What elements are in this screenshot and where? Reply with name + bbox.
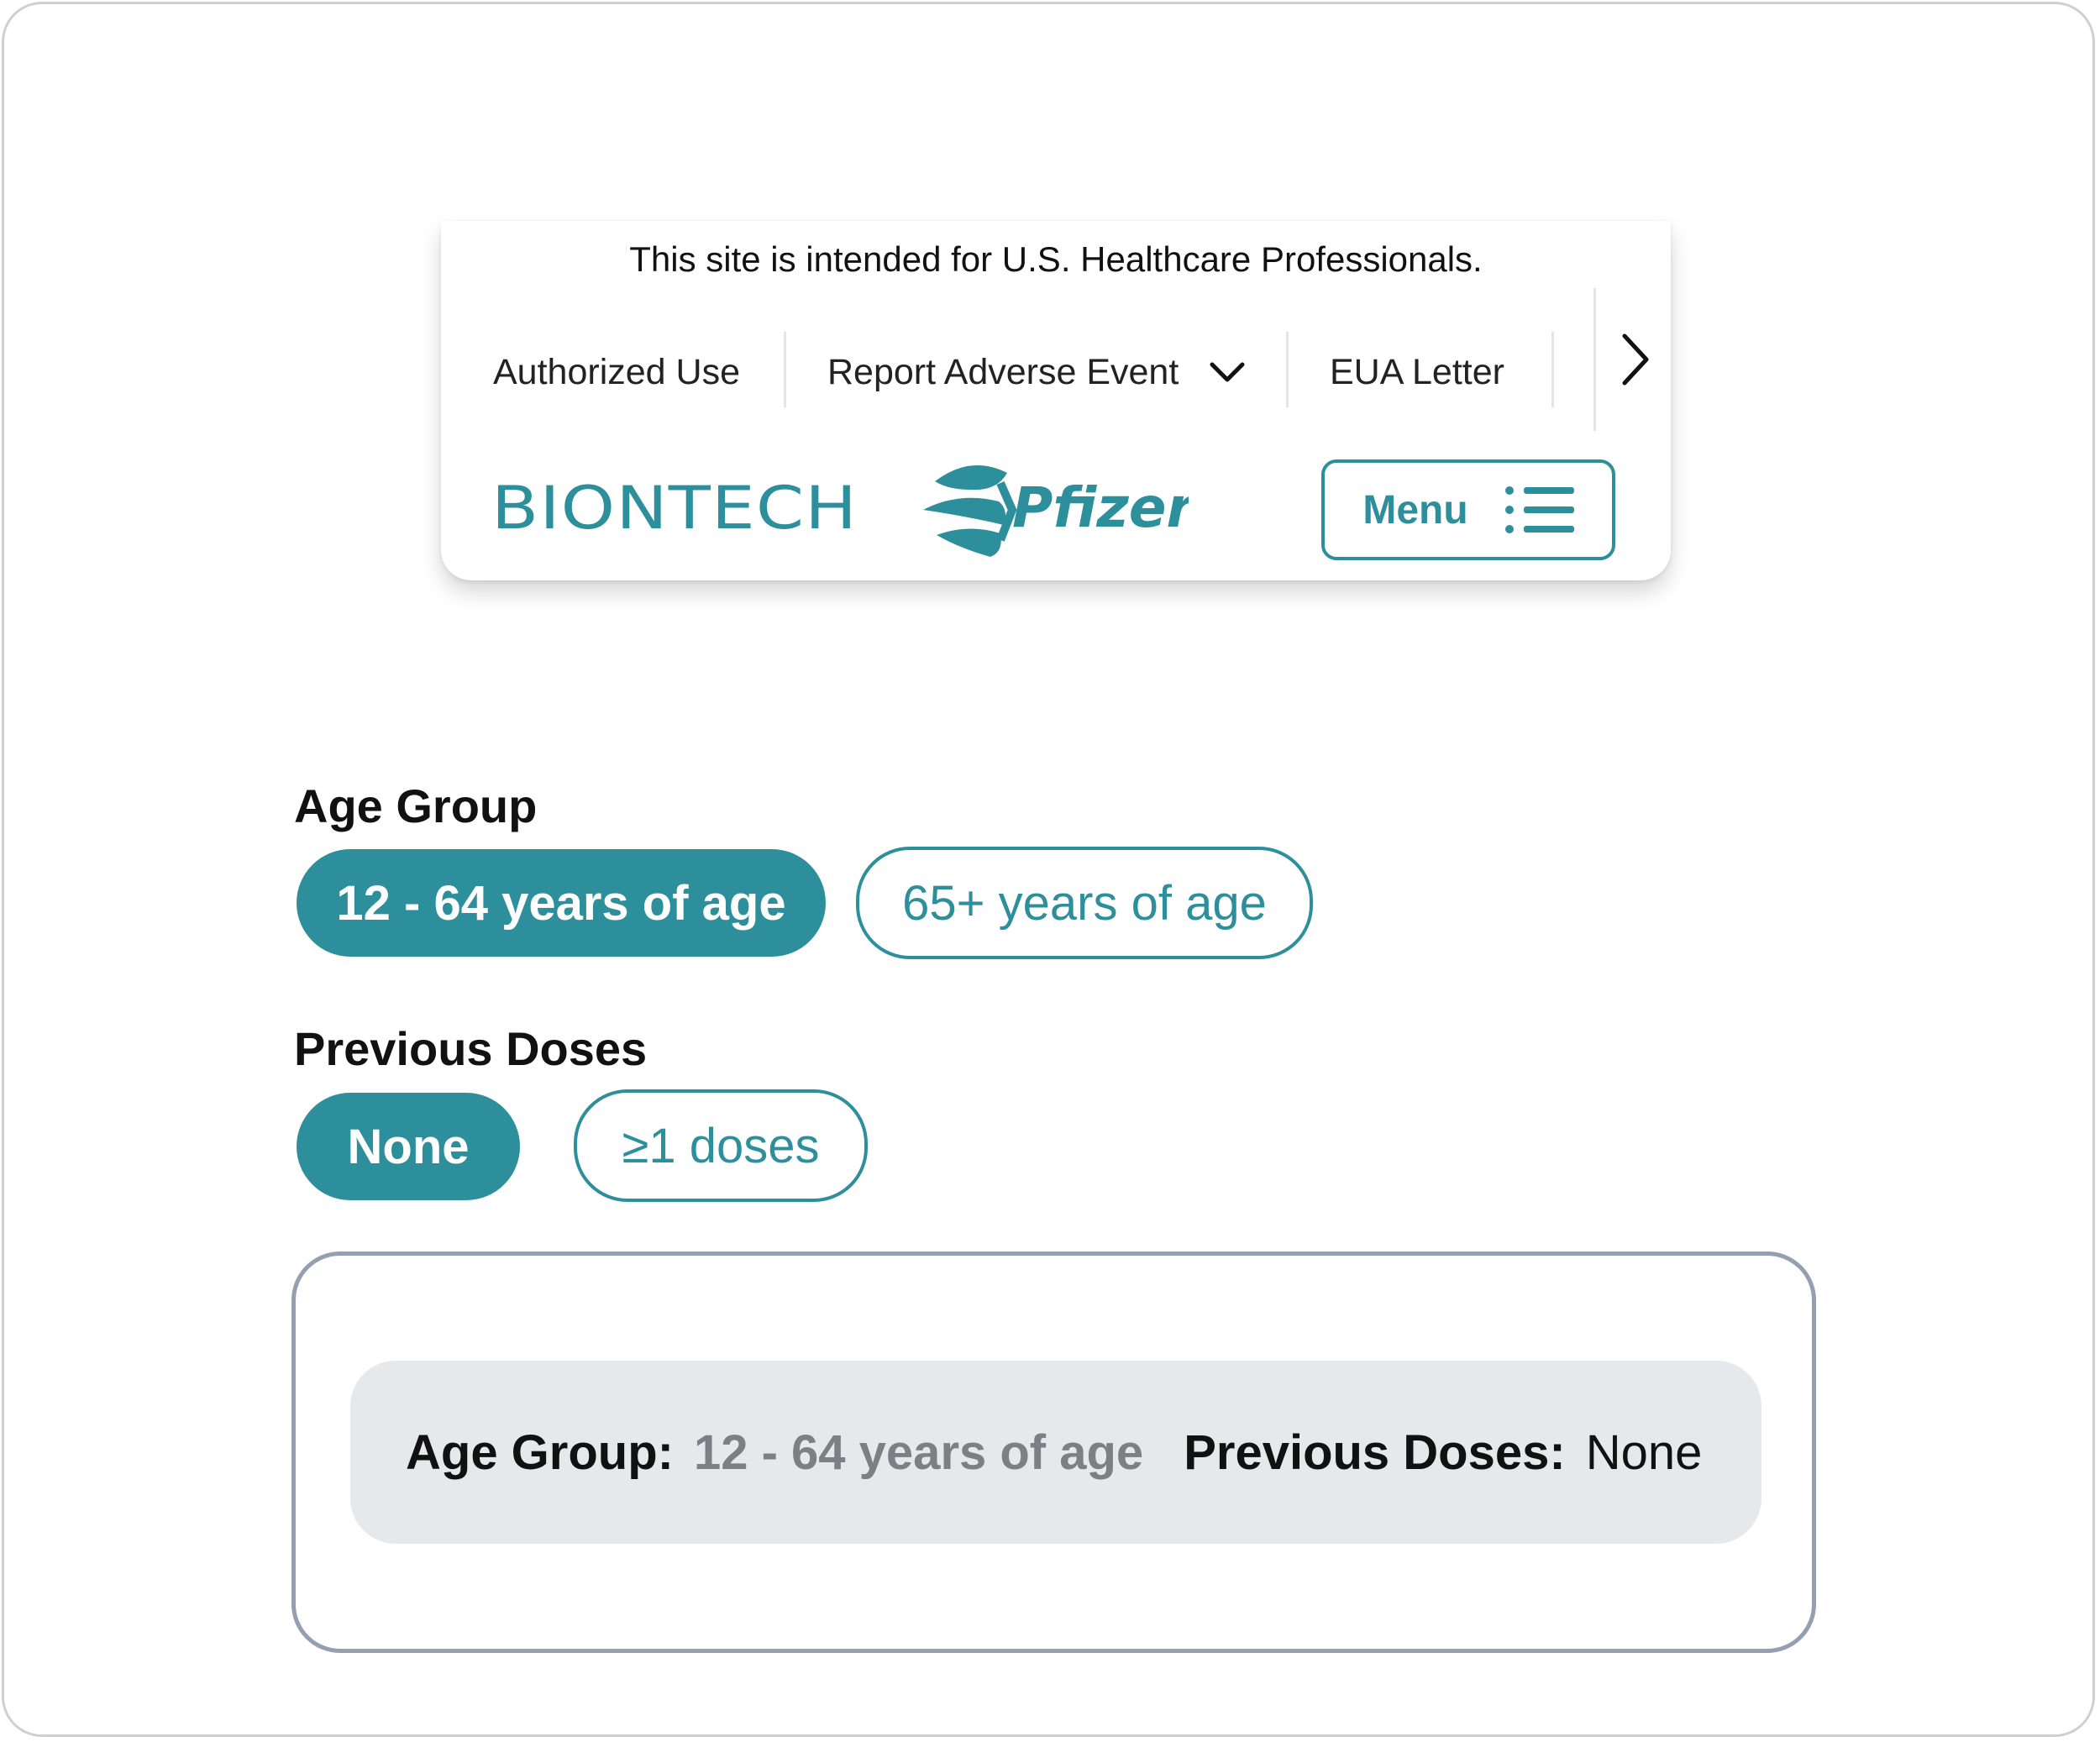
summary-doses-value: None: [1585, 1425, 1703, 1480]
chevron-right-icon: [1622, 333, 1649, 386]
site-header: This site is intended for U.S. Healthcar…: [441, 221, 1671, 580]
age-group-title: Age Group: [294, 779, 538, 832]
previous-doses-title: Previous Doses: [294, 1022, 648, 1075]
summary-age-value: 12 - 64 years of age: [693, 1425, 1144, 1480]
menu-list-icon: [1504, 486, 1574, 533]
nav-scroll-right-button[interactable]: [1593, 288, 1673, 431]
nav-authorized-use-label: Authorized Use: [493, 351, 740, 392]
nav-divider: [1286, 332, 1289, 407]
page-frame: This site is intended for U.S. Healthcar…: [2, 2, 2095, 1737]
menu-button[interactable]: Menu: [1321, 459, 1615, 560]
doses-option-none[interactable]: None: [297, 1093, 520, 1200]
svg-text:Pfizer: Pfizer: [1012, 475, 1189, 540]
hcp-notice: This site is intended for U.S. Healthcar…: [629, 239, 1483, 279]
age-option-65-plus[interactable]: 65+ years of age: [856, 847, 1313, 959]
menu-label: Menu: [1362, 487, 1468, 533]
nav-report-adverse-event[interactable]: Report Adverse Event: [827, 313, 1246, 431]
nav-eua-letter-label: EUA Letter: [1330, 351, 1504, 392]
nav-eua-letter[interactable]: EUA Letter: [1330, 313, 1504, 431]
biontech-logo[interactable]: BIONTECH: [491, 480, 861, 535]
summary-doses-label: Previous Doses:: [1184, 1425, 1566, 1480]
nav-divider: [784, 332, 786, 407]
age-option-12-64[interactable]: 12 - 64 years of age: [297, 849, 826, 957]
nav-authorized-use[interactable]: Authorized Use: [493, 313, 740, 431]
brand-row: BIONTECH Pfizer Menu: [441, 448, 1671, 574]
pfizer-logo[interactable]: Pfizer: [920, 449, 1189, 567]
summary-age-label: Age Group:: [406, 1425, 674, 1480]
doses-option-1-plus[interactable]: ≥1 doses: [574, 1089, 868, 1202]
utility-nav: Authorized Use Report Adverse Event EUA …: [441, 288, 1671, 431]
nav-report-adverse-event-label: Report Adverse Event: [827, 351, 1179, 392]
selection-summary: Age Group: 12 - 64 years of age Previous…: [291, 1251, 1816, 1653]
chevron-down-icon: [1210, 362, 1245, 382]
svg-text:BIONTECH: BIONTECH: [491, 480, 858, 535]
summary-bar: Age Group: 12 - 64 years of age Previous…: [350, 1361, 1761, 1544]
nav-divider: [1551, 332, 1554, 407]
